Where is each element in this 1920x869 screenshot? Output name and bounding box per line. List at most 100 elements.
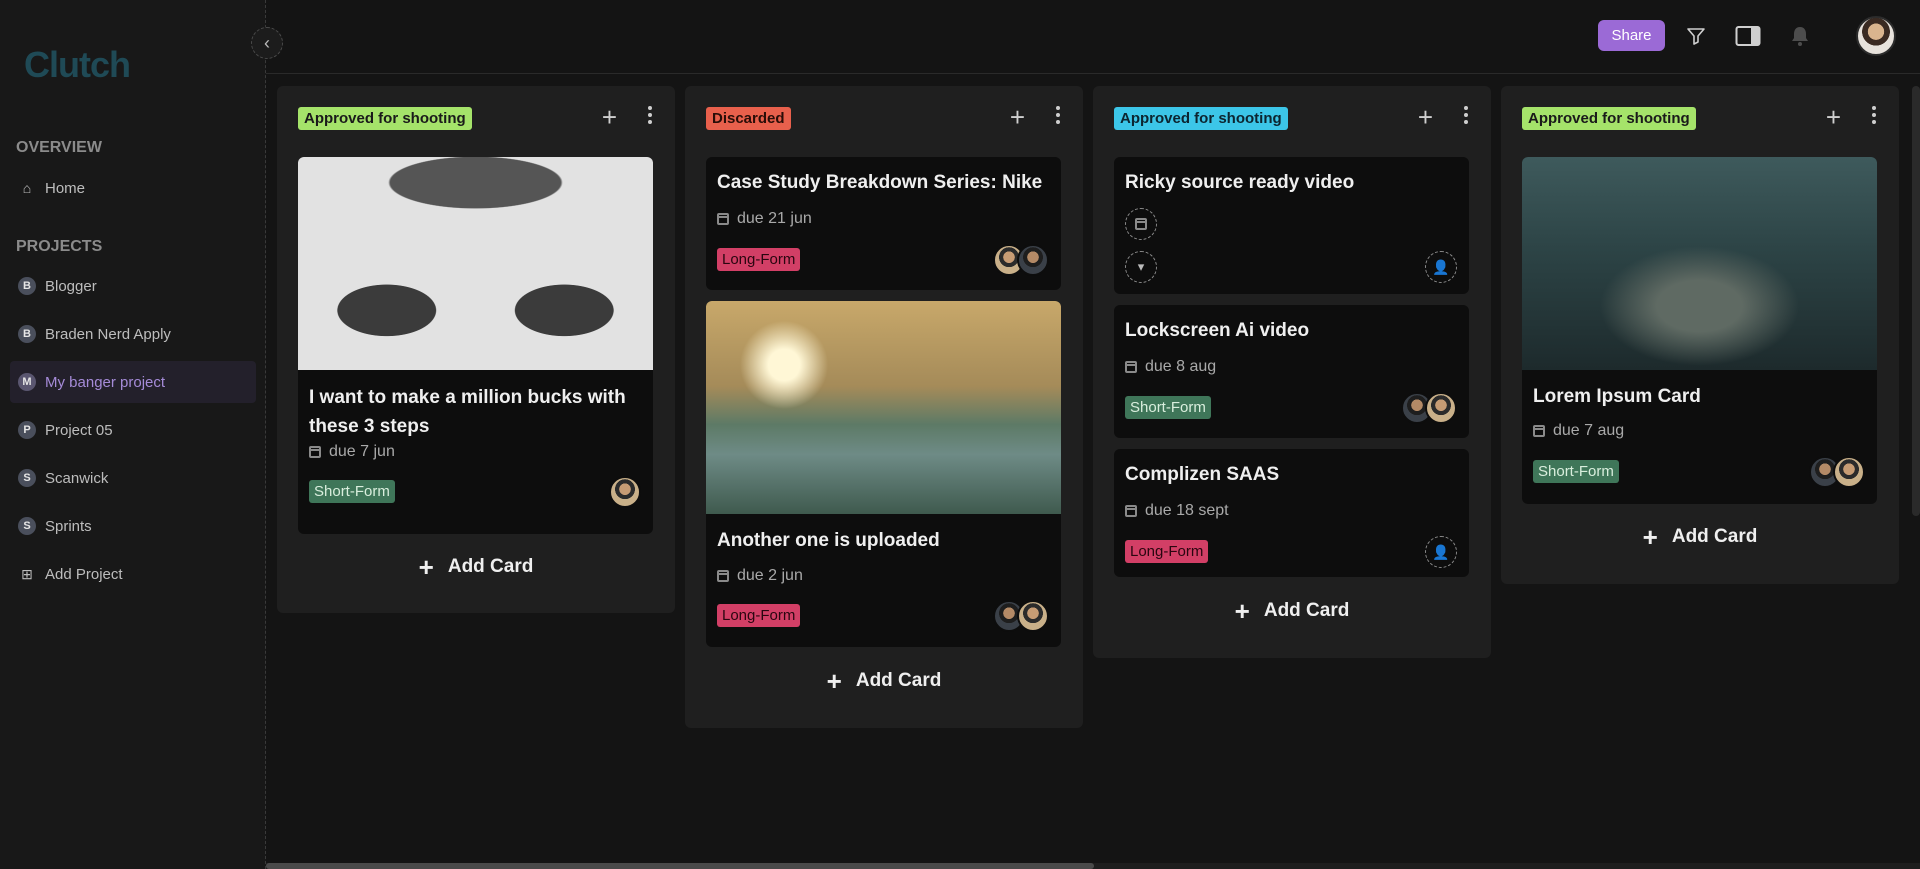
card-title: Complizen SAAS: [1125, 464, 1280, 485]
status-badge[interactable]: Approved for shooting: [298, 107, 472, 130]
task-card[interactable]: I want to make a million bucks with thes…: [298, 157, 653, 534]
set-due-date-icon[interactable]: [1125, 208, 1157, 240]
add-card-button[interactable]: + Add Card: [1093, 598, 1491, 624]
card-tag[interactable]: Long-Form: [717, 248, 801, 271]
sidebar-item-home[interactable]: ⌂ Home: [10, 167, 256, 209]
filter-icon[interactable]: [1682, 22, 1710, 50]
plus-icon: +: [1234, 596, 1250, 626]
app-logo[interactable]: Clutch: [24, 44, 131, 86]
task-card[interactable]: Ricky source ready video ▾ 👤: [1114, 157, 1469, 294]
more-options-icon[interactable]: [1871, 106, 1877, 124]
calendar-icon: [309, 446, 321, 458]
sidebar-toggle-icon[interactable]: [1734, 22, 1762, 50]
home-icon: ⌂: [22, 180, 32, 196]
calendar-icon: [717, 570, 729, 582]
sidebar-item-label: Sprints: [45, 517, 92, 535]
sidebar-item-label: Home: [45, 179, 86, 197]
status-badge[interactable]: Discarded: [706, 107, 791, 130]
project-letter-badge: B: [18, 325, 36, 343]
column-header: Discarded +: [685, 86, 1083, 152]
chevron-left-icon: ‹: [264, 32, 270, 53]
sidebar-item-my-banger-project[interactable]: M My banger project: [10, 361, 256, 403]
card-tag[interactable]: Long-Form: [1125, 540, 1209, 563]
scrollbar-thumb[interactable]: [266, 863, 1094, 869]
add-project-label: Add Project: [45, 565, 123, 583]
card-tag[interactable]: Long-Form: [717, 604, 801, 627]
more-options-icon[interactable]: [1055, 106, 1061, 124]
share-button[interactable]: Share: [1598, 20, 1665, 51]
card-due-date: due 8 aug: [1125, 358, 1216, 376]
card-title: Ricky source ready video: [1125, 172, 1355, 193]
tag-dropdown-icon[interactable]: ▾: [1125, 251, 1157, 283]
assignee-avatar: [1833, 456, 1865, 488]
sidebar-item-sprints[interactable]: S Sprints: [10, 505, 256, 547]
column-header: Approved for shooting +: [277, 86, 675, 152]
sidebar-item-blogger[interactable]: B Blogger: [10, 265, 256, 307]
card-assignees[interactable]: [1401, 392, 1457, 424]
card-assignees[interactable]: [1809, 456, 1865, 488]
plus-square-icon: ⊞: [21, 565, 33, 582]
add-card-button[interactable]: + Add Card: [685, 668, 1083, 694]
overview-section-title: OVERVIEW: [16, 139, 102, 156]
horizontal-scrollbar[interactable]: [266, 863, 1920, 869]
card-assignees[interactable]: 👤: [1425, 251, 1457, 283]
sidebar-item-label: Project 05: [45, 421, 113, 439]
task-card[interactable]: Another one is uploaded due 2 jun Long-F…: [706, 301, 1061, 647]
card-assignees[interactable]: 👤: [1425, 536, 1457, 568]
task-card[interactable]: Lockscreen Ai video due 8 aug Short-Form: [1114, 305, 1469, 438]
app-root: Clutch OVERVIEW ⌂ Home PROJECTS B Blogge…: [0, 0, 1920, 869]
plus-icon: +: [1642, 522, 1658, 552]
task-card[interactable]: Complizen SAAS due 18 sept Long-Form 👤: [1114, 449, 1469, 577]
status-badge[interactable]: Approved for shooting: [1522, 107, 1696, 130]
board-column: Approved for shooting + Ricky source rea…: [1093, 86, 1491, 658]
add-card-button[interactable]: + Add Card: [1501, 524, 1899, 550]
card-cover-image: [706, 301, 1061, 514]
card-tag[interactable]: Short-Form: [1125, 396, 1211, 419]
card-due-date: due 7 aug: [1533, 422, 1624, 440]
calendar-icon: [1125, 505, 1137, 517]
card-tag[interactable]: Short-Form: [1533, 460, 1619, 483]
add-assignee-icon[interactable]: 👤: [1425, 536, 1457, 568]
add-project-button[interactable]: ⊞ Add Project: [10, 553, 256, 595]
vertical-scrollbar[interactable]: [1912, 86, 1920, 516]
task-card[interactable]: Lorem Ipsum Card due 7 aug Short-Form: [1522, 157, 1877, 504]
user-avatar[interactable]: [1856, 16, 1896, 56]
more-options-icon[interactable]: [647, 106, 653, 124]
board-column: Approved for shooting + Lorem Ipsum Card…: [1501, 86, 1899, 584]
status-badge[interactable]: Approved for shooting: [1114, 107, 1288, 130]
projects-section-title: PROJECTS: [16, 238, 103, 255]
calendar-icon: [1533, 425, 1545, 437]
project-letter-badge: P: [18, 421, 36, 439]
sidebar-item-braden-nerd-apply[interactable]: B Braden Nerd Apply: [10, 313, 256, 355]
calendar-icon: [1135, 218, 1147, 230]
board-column: Discarded + Case Study Breakdown Series:…: [685, 86, 1083, 728]
task-card[interactable]: Case Study Breakdown Series: Nike due 21…: [706, 157, 1061, 290]
card-assignees[interactable]: [609, 476, 641, 508]
assignee-avatar: [1017, 600, 1049, 632]
card-tag[interactable]: Short-Form: [309, 480, 395, 503]
collapse-sidebar-button[interactable]: ‹: [251, 27, 283, 59]
assignee-avatar: [1425, 392, 1457, 424]
project-letter-badge: M: [18, 373, 36, 391]
add-card-plus-icon[interactable]: +: [1418, 104, 1433, 130]
sidebar-item-scanwick[interactable]: S Scanwick: [10, 457, 256, 499]
calendar-icon: [1125, 361, 1137, 373]
card-title: Lorem Ipsum Card: [1533, 386, 1701, 407]
card-assignees[interactable]: [993, 244, 1049, 276]
add-card-plus-icon[interactable]: +: [1010, 104, 1025, 130]
bell-icon[interactable]: [1786, 22, 1814, 50]
board-column: Approved for shooting + I want to make a…: [277, 86, 675, 613]
sidebar-item-label: Scanwick: [45, 469, 109, 487]
card-cover-image: [298, 157, 653, 370]
calendar-icon: [717, 213, 729, 225]
add-assignee-icon[interactable]: 👤: [1425, 251, 1457, 283]
more-options-icon[interactable]: [1463, 106, 1469, 124]
add-card-plus-icon[interactable]: +: [1826, 104, 1841, 130]
sidebar-item-project-05[interactable]: P Project 05: [10, 409, 256, 451]
add-card-button[interactable]: + Add Card: [277, 554, 675, 580]
assignee-avatar: [1017, 244, 1049, 276]
card-assignees[interactable]: [993, 600, 1049, 632]
plus-icon: +: [826, 666, 842, 696]
add-card-plus-icon[interactable]: +: [602, 104, 617, 130]
assignee-avatar: [609, 476, 641, 508]
